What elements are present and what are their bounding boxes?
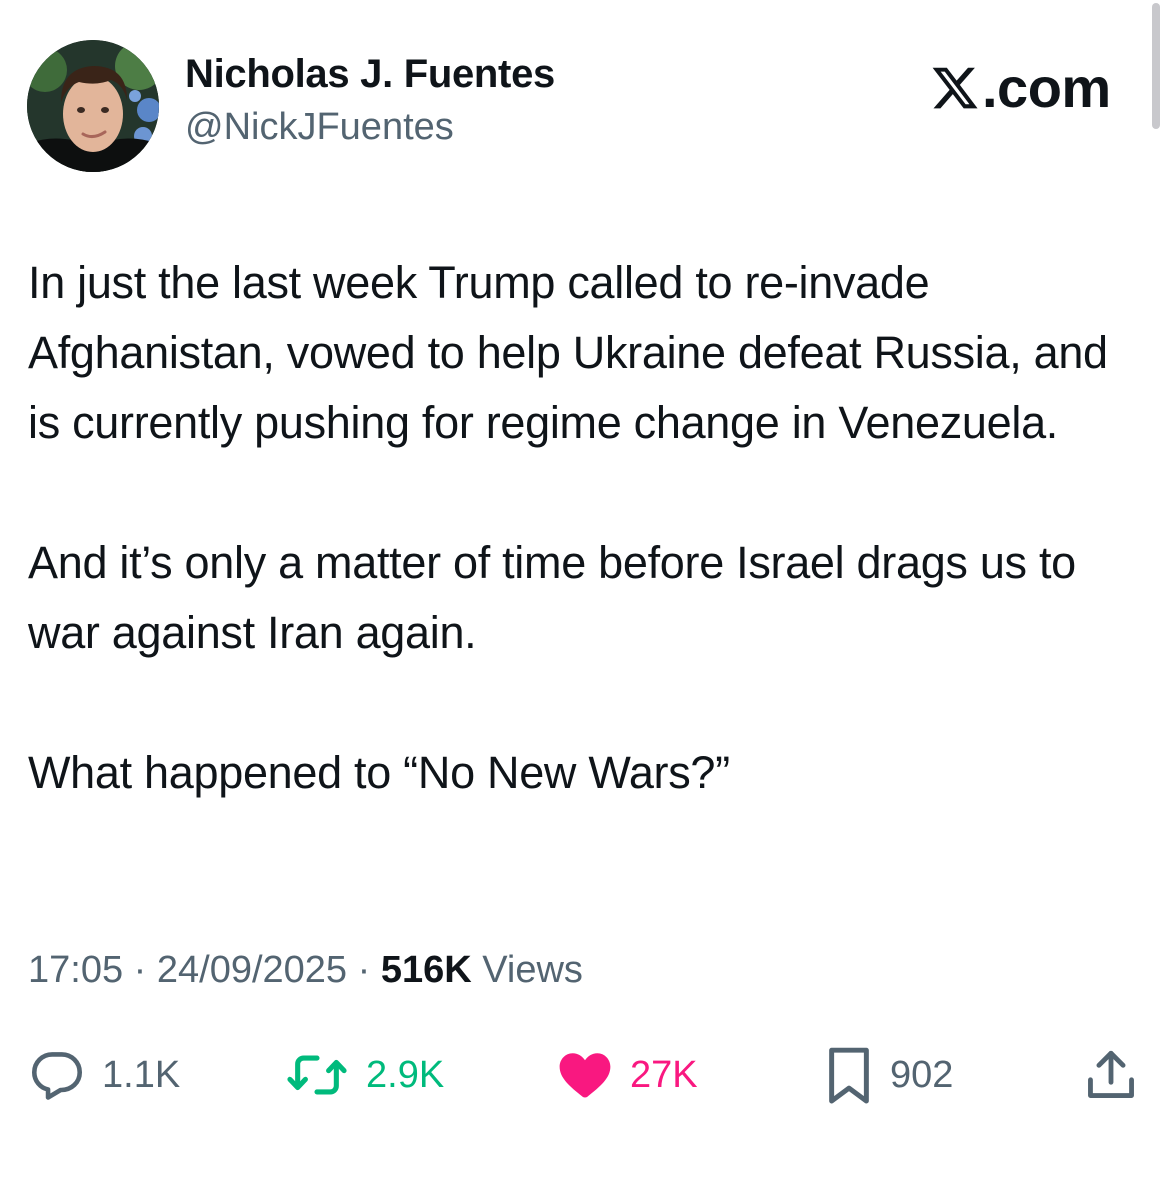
tweet-meta: 17:05 · 24/09/2025 · 516K Views [28, 949, 583, 992]
repost-count: 2.9K [366, 1053, 445, 1096]
tweet-paragraph: In just the last week Trump called to re… [28, 257, 1108, 448]
repost-icon [287, 1055, 347, 1095]
action-bar: 1.1K 2.9K 27K 902 [0, 1040, 1170, 1110]
share-button[interactable] [1082, 1040, 1140, 1110]
avatar[interactable] [27, 40, 159, 172]
like-count: 27K [630, 1053, 698, 1096]
scroll-indicator[interactable] [1152, 3, 1160, 129]
tweet-text: In just the last week Trump called to re… [28, 248, 1138, 808]
bookmark-icon [829, 1047, 869, 1104]
repost-button[interactable]: 2.9K [284, 1040, 444, 1110]
bookmark-count: 902 [890, 1053, 954, 1096]
meta-separator: · [133, 949, 147, 991]
reply-count: 1.1K [102, 1053, 181, 1096]
site-label: .com [982, 56, 1111, 119]
like-button[interactable]: 27K [556, 1040, 698, 1110]
x-logo-icon [932, 67, 978, 109]
reply-button[interactable]: 1.1K [28, 1040, 180, 1110]
share-icon [1088, 1050, 1134, 1098]
site-logo: .com [930, 55, 1111, 121]
author-display-name[interactable]: Nicholas J. Fuentes [185, 52, 555, 97]
tweet-date[interactable]: 24/09/2025 [157, 949, 347, 991]
bookmark-button[interactable]: 902 [824, 1040, 953, 1110]
reply-bubble-icon [31, 1052, 83, 1100]
meta-separator: · [357, 949, 371, 991]
views-label: Views [482, 949, 583, 991]
heart-icon [559, 1053, 611, 1098]
tweet-paragraph: What happened to “No New Wars?” [28, 747, 730, 798]
avatar-photo [27, 40, 159, 172]
author-handle[interactable]: @NickJFuentes [185, 106, 454, 149]
views-count: 516K [380, 949, 472, 991]
tweet-time[interactable]: 17:05 [28, 949, 123, 991]
tweet-paragraph: And it’s only a matter of time before Is… [28, 537, 1076, 658]
